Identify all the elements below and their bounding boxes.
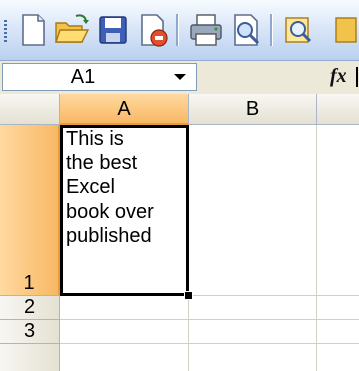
cell-a4[interactable] xyxy=(60,344,189,371)
formula-input[interactable] xyxy=(356,67,358,87)
cell-a1-text: This is the best Excel book over publish… xyxy=(66,127,184,248)
cell-b4[interactable] xyxy=(189,344,317,371)
print-preview-icon xyxy=(234,14,260,46)
cell-a2[interactable] xyxy=(60,296,189,320)
formula-bar: A1 fx xyxy=(0,61,359,95)
research-button[interactable] xyxy=(280,10,320,50)
cell-a1-line: the best xyxy=(66,152,138,175)
new-document-icon xyxy=(22,14,45,46)
fill-handle[interactable] xyxy=(184,291,193,300)
name-box-dropdown-button[interactable] xyxy=(164,64,196,90)
row-header-3[interactable]: 3 xyxy=(0,320,60,344)
row-header-label: 2 xyxy=(23,296,36,318)
worksheet-grid: A B 1 2 3 This is the best Excel book ov… xyxy=(0,94,359,371)
toolbar-grip-handle[interactable] xyxy=(4,20,7,42)
permission-document-icon xyxy=(141,14,168,47)
select-all-button[interactable] xyxy=(0,94,60,125)
cell-b3[interactable] xyxy=(189,320,317,344)
column-header-b[interactable]: B xyxy=(189,94,317,125)
cell-c2[interactable] xyxy=(317,296,359,320)
standard-toolbar xyxy=(0,0,359,61)
name-box-value[interactable]: A1 xyxy=(3,64,163,90)
permission-button[interactable] xyxy=(133,10,173,50)
cell-a1[interactable]: This is the best Excel book over publish… xyxy=(60,125,189,296)
column-header-a[interactable]: A xyxy=(60,94,189,125)
print-preview-button[interactable] xyxy=(227,10,267,50)
printer-icon xyxy=(190,14,222,46)
row-header-2[interactable]: 2 xyxy=(0,296,60,320)
cell-c1[interactable] xyxy=(317,125,359,296)
row-header-4[interactable] xyxy=(0,344,60,371)
insert-function-button[interactable]: fx xyxy=(330,65,347,88)
research-icon xyxy=(285,17,312,43)
save-button[interactable] xyxy=(93,10,133,50)
row-header-label: 1 xyxy=(23,272,35,294)
toolbar-separator xyxy=(270,14,273,46)
cell-c4[interactable] xyxy=(317,344,359,371)
cell-a1-line: book over xyxy=(66,200,154,223)
cell-b1[interactable] xyxy=(189,125,317,296)
name-box[interactable]: A1 xyxy=(2,63,197,91)
save-disk-icon xyxy=(99,16,127,44)
row-header-1[interactable]: 1 xyxy=(0,125,60,296)
column-header-c[interactable] xyxy=(317,94,359,125)
print-button[interactable] xyxy=(186,10,226,50)
partial-toolbar-icon xyxy=(335,17,357,43)
cell-a1-line: published xyxy=(66,224,152,247)
cell-a3[interactable] xyxy=(60,320,189,344)
open-button[interactable] xyxy=(52,10,92,50)
new-document-button[interactable] xyxy=(13,10,53,50)
toolbar-separator xyxy=(176,14,179,46)
cell-b2[interactable] xyxy=(189,296,317,320)
toolbar-overflow-button[interactable] xyxy=(330,10,359,50)
cell-c3[interactable] xyxy=(317,320,359,344)
chevron-down-icon xyxy=(174,74,186,80)
cell-a1-line: This is xyxy=(66,128,124,150)
cell-a1-line: Excel xyxy=(66,176,115,199)
row-header-label: 3 xyxy=(23,320,36,342)
open-folder-icon xyxy=(55,14,90,43)
